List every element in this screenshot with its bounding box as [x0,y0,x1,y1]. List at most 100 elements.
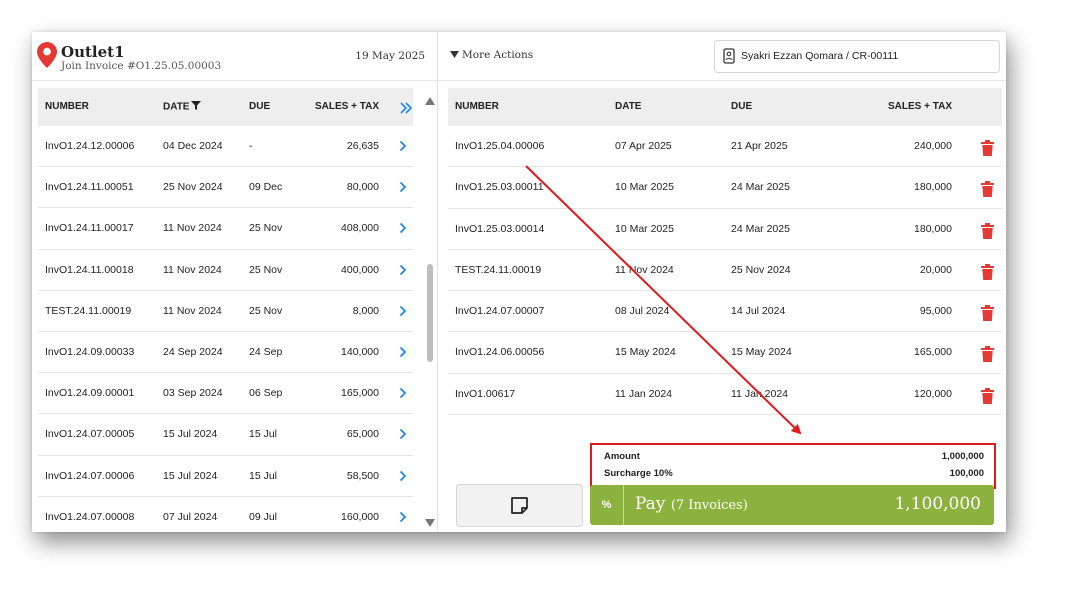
discount-percent-button[interactable]: % [590,485,624,525]
sort-filter-icon[interactable] [191,101,202,113]
join-invoice-number: Join Invoice #O1.25.05.00003 [61,60,222,72]
totals-summary: Amount 1,000,000 Surcharge 10% 100,000 [590,443,996,489]
scroll-up-arrow-icon[interactable] [425,92,435,110]
column-date[interactable]: DATE [163,101,202,113]
invoice-due: 25 Nov 2024 [731,263,791,276]
invoice-number: InvO1.24.11.00018 [45,263,134,276]
scrollbar-thumb[interactable] [427,264,433,362]
invoice-due: 11 Jan 2024 [731,387,789,400]
left-table-header: NUMBER DATE DUE SALES + TAX [38,88,413,126]
chevron-right-icon[interactable] [399,140,407,155]
join-invoice-window: Outlet1 Join Invoice #O1.25.05.00003 19 … [32,32,1006,532]
outlet-header: Outlet1 Join Invoice #O1.25.05.00003 19 … [32,32,437,81]
invoice-number: TEST.24.11.00019 [45,304,132,317]
invoice-number: InvO1.24.07.00007 [455,305,545,318]
invoice-row[interactable]: InvO1.24.11.00018 11 Nov 2024 25 Nov 400,00… [38,250,413,291]
invoice-date: 11 Jan 2024 [615,387,673,400]
invoice-date: 25 Nov 2024 [163,181,223,194]
invoice-amount: 160,000 [341,510,379,523]
chevron-right-icon[interactable] [399,181,407,196]
chevron-right-icon[interactable] [399,511,407,526]
invoice-amount: 180,000 [914,222,952,235]
double-chevron-right-icon[interactable] [399,101,413,119]
invoice-amount: 400,000 [341,263,379,276]
invoice-amount: 20,000 [919,263,952,276]
selected-invoices-panel: More Actions Syakri Ezzan Qomara / CR-00… [438,32,1006,532]
pay-label: Pay (7 Invoices) [635,494,748,514]
invoice-amount: 58,500 [346,469,379,482]
selected-invoice-row: InvO1.24.07.00007 08 Jul 2024 14 Jul 2024 9… [448,291,1002,333]
invoice-date: 04 Dec 2024 [163,140,223,152]
right-table-header: NUMBER DATE DUE SALES + TAX [448,88,1002,126]
invoice-row[interactable]: InvO1.24.11.00051 25 Nov 2024 09 Dec 80,000 [38,167,413,209]
outlet-name: Outlet1 [61,43,125,61]
more-actions-dropdown[interactable]: More Actions [450,49,533,61]
chevron-right-icon[interactable] [399,428,407,443]
chevron-right-icon[interactable] [399,470,407,485]
invoice-row[interactable]: InvO1.24.09.00001 03 Sep 2024 06 Sep 165,00… [38,373,413,415]
invoice-row[interactable]: InvO1.24.07.00008 07 Jul 2024 09 Jul 160,00… [38,497,413,532]
invoice-date: 11 Nov 2024 [163,304,222,317]
invoice-number: TEST.24.11.00019 [455,263,542,276]
invoice-row[interactable]: InvO1.24.07.00005 15 Jul 2024 15 Jul 65,000 [38,414,413,456]
invoice-due: - [249,140,253,152]
trash-icon[interactable] [981,140,994,159]
invoice-row[interactable]: InvO1.24.07.00006 15 Jul 2024 15 Jul 58,500 [38,456,413,497]
invoice-amount: 140,000 [341,345,379,358]
invoice-date: 24 Sep 2024 [163,345,223,358]
column-sales-tax[interactable]: SALES + TAX [315,101,379,112]
trash-icon[interactable] [981,305,994,324]
scroll-down-arrow-icon[interactable] [425,514,435,532]
invoice-date: 07 Jul 2024 [163,510,218,523]
invoice-due: 06 Sep [249,387,283,400]
trash-icon[interactable] [981,346,994,365]
column-due[interactable]: DUE [731,101,752,112]
invoice-date: 15 Jul 2024 [163,469,218,482]
invoice-date: 03 Sep 2024 [163,387,223,400]
column-date[interactable]: DATE [615,101,641,112]
column-due[interactable]: DUE [249,101,270,112]
invoice-due: 09 Dec [249,181,283,194]
chevron-right-icon[interactable] [399,387,407,402]
chevron-right-icon[interactable] [399,305,407,320]
invoice-date: 10 Mar 2025 [615,222,674,235]
invoice-amount: 8,000 [352,304,379,317]
amount-label: Amount [604,451,640,462]
invoice-row[interactable]: TEST.24.11.00019 11 Nov 2024 25 Nov 8,000 [38,291,413,332]
location-pin-icon [37,42,57,73]
surcharge-label: Surcharge 10% [604,468,673,479]
column-sales-tax[interactable]: SALES + TAX [888,101,952,112]
invoice-number: InvO1.24.09.00001 [45,387,135,400]
trash-icon[interactable] [981,181,994,200]
column-number[interactable]: NUMBER [45,101,89,112]
invoice-date: 11 Nov 2024 [163,222,222,235]
note-button[interactable] [456,484,583,527]
trash-icon[interactable] [981,222,994,242]
column-number[interactable]: NUMBER [455,101,499,112]
invoice-row[interactable]: InvO1.24.12.00006 04 Dec 2024 - 26,635 [38,126,413,168]
customer-name: Syakri Ezzan Qomara / CR-00111 [741,50,899,62]
invoice-amount: 180,000 [914,181,952,194]
invoice-number: InvO1.25.04.00006 [455,140,545,152]
selected-invoice-row: InvO1.24.06.00056 15 May 2024 15 May 2024 1… [448,332,1002,374]
invoice-due: 25 Nov [249,263,283,276]
pay-text: Pay [635,494,666,514]
trash-icon[interactable] [981,387,994,407]
invoice-number: InvO1.24.09.00033 [45,345,135,358]
column-date-label: DATE [163,101,190,113]
invoice-amount: 165,000 [341,387,379,400]
invoice-due: 15 Jul [249,428,278,441]
customer-selector[interactable]: Syakri Ezzan Qomara / CR-00111 [714,40,1000,73]
invoice-row[interactable]: InvO1.24.11.00017 11 Nov 2024 25 Nov 408,00… [38,208,413,250]
chevron-right-icon[interactable] [399,346,407,361]
trash-icon[interactable] [981,263,994,283]
invoice-amount: 240,000 [914,140,952,152]
chevron-right-icon[interactable] [399,264,407,279]
invoice-due: 21 Apr 2025 [731,140,788,152]
pay-button[interactable]: % Pay (7 Invoices) 1,100,000 [590,485,994,525]
invoice-row[interactable]: InvO1.24.09.00033 24 Sep 2024 24 Sep 140,00… [38,332,413,374]
invoice-date: 11 Nov 2024 [163,263,222,276]
invoice-due: 25 Nov [249,222,283,235]
chevron-right-icon[interactable] [399,222,407,237]
invoice-number: InvO1.24.07.00006 [45,469,135,482]
